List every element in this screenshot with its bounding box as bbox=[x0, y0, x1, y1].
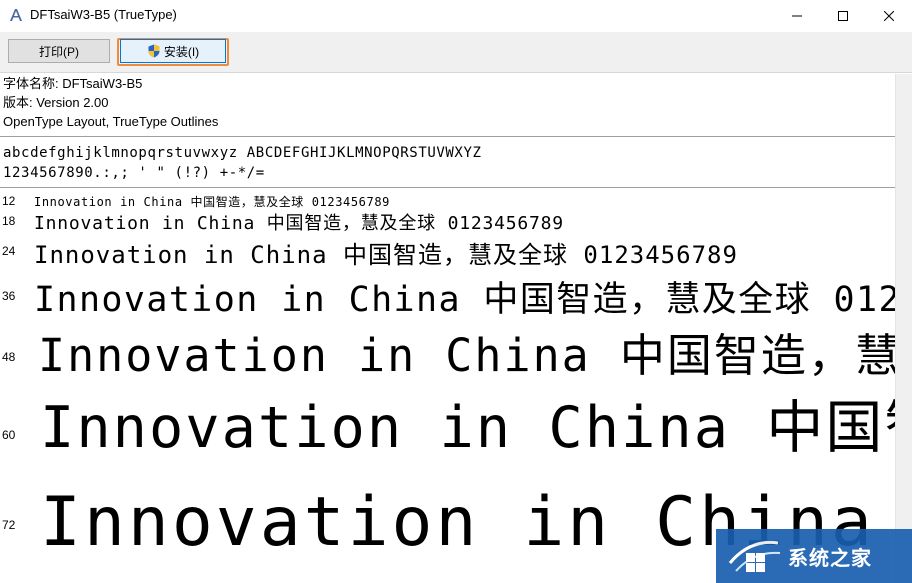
shield-icon bbox=[148, 44, 160, 58]
divider bbox=[0, 136, 895, 137]
maximize-icon bbox=[838, 11, 848, 21]
sample-text: Innovation in China 中国智造，慧及全球 0123456789 bbox=[34, 241, 738, 268]
title-bar: DFTsaiW3-B5 (TrueType) bbox=[0, 0, 912, 32]
sample-row-24: 24 Innovation in China 中国智造，慧及全球 0123456… bbox=[0, 234, 895, 268]
sample-text: Innovation in China 中国智造，慧及全球 0123456789 bbox=[40, 395, 895, 460]
watermark-text: 系统之家 bbox=[788, 545, 872, 570]
sample-row-60: 60 Innovation in China 中国智造，慧及全球 0123456… bbox=[0, 378, 895, 460]
close-button[interactable] bbox=[866, 0, 912, 32]
sample-row-48: 48 Innovation in China 中国智造，慧及全球 0123456… bbox=[0, 316, 895, 378]
sample-size-label: 60 bbox=[2, 428, 16, 442]
sample-size-label: 48 bbox=[2, 350, 16, 364]
font-info: 字体名称: DFTsaiW3-B5 版本: Version 2.00 OpenT… bbox=[0, 74, 895, 131]
maximize-button[interactable] bbox=[820, 0, 866, 32]
install-button-label: 安装(I) bbox=[163, 44, 200, 59]
watermark-logo bbox=[728, 540, 781, 572]
font-name: 字体名称: DFTsaiW3-B5 bbox=[3, 76, 143, 91]
minimize-icon bbox=[792, 15, 802, 17]
sample-row-18: 18 Innovation in China 中国智造，慧及全球 0123456… bbox=[0, 208, 895, 234]
character-set: abcdefghijklmnopqrstuvwxyz ABCDEFGHIJKLM… bbox=[3, 143, 893, 183]
sample-text: Innovation in China 中国智造，慧及全球 0123456789 bbox=[34, 280, 895, 316]
font-version: 版本: Version 2.00 bbox=[3, 95, 109, 110]
install-button[interactable]: 安装(I) bbox=[120, 39, 226, 63]
toolbar: 打印(P) 安装(I) bbox=[0, 32, 912, 73]
close-icon bbox=[884, 11, 894, 21]
watermark: 系统之家 bbox=[716, 529, 912, 583]
print-button[interactable]: 打印(P) bbox=[8, 39, 110, 63]
minimize-button[interactable] bbox=[774, 0, 820, 32]
font-outline-type: OpenType Layout, TrueType Outlines bbox=[3, 114, 219, 129]
sample-text: Innovation in China 中国智造，慧及全球 0123456789 bbox=[34, 195, 390, 209]
sample-size-label: 12 bbox=[2, 194, 16, 208]
window-title: DFTsaiW3-B5 (TrueType) bbox=[30, 7, 177, 22]
sample-size-label: 72 bbox=[2, 518, 16, 532]
sample-row-12: 12 Innovation in China 中国智造，慧及全球 0123456… bbox=[0, 191, 895, 209]
sample-row-36: 36 Innovation in China 中国智造，慧及全球 0123456… bbox=[0, 268, 895, 316]
sample-list: 12 Innovation in China 中国智造，慧及全球 0123456… bbox=[0, 188, 895, 583]
sample-text: Innovation in China 中国智造，慧及全球 0123456789 bbox=[38, 329, 895, 378]
print-button-label: 打印(P) bbox=[39, 44, 79, 59]
charset-symbols: 1234567890.:,; ' " (!?) +-*/= bbox=[3, 165, 265, 181]
sample-text: Innovation in China 中国智造，慧及全球 0123456789 bbox=[34, 213, 564, 234]
sample-size-label: 18 bbox=[2, 214, 16, 228]
sample-size-label: 24 bbox=[2, 244, 16, 258]
charset-letters: abcdefghijklmnopqrstuvwxyz ABCDEFGHIJKLM… bbox=[3, 145, 482, 161]
sample-size-label: 36 bbox=[2, 289, 16, 303]
vertical-scrollbar[interactable] bbox=[895, 74, 912, 583]
font-icon bbox=[10, 9, 22, 21]
